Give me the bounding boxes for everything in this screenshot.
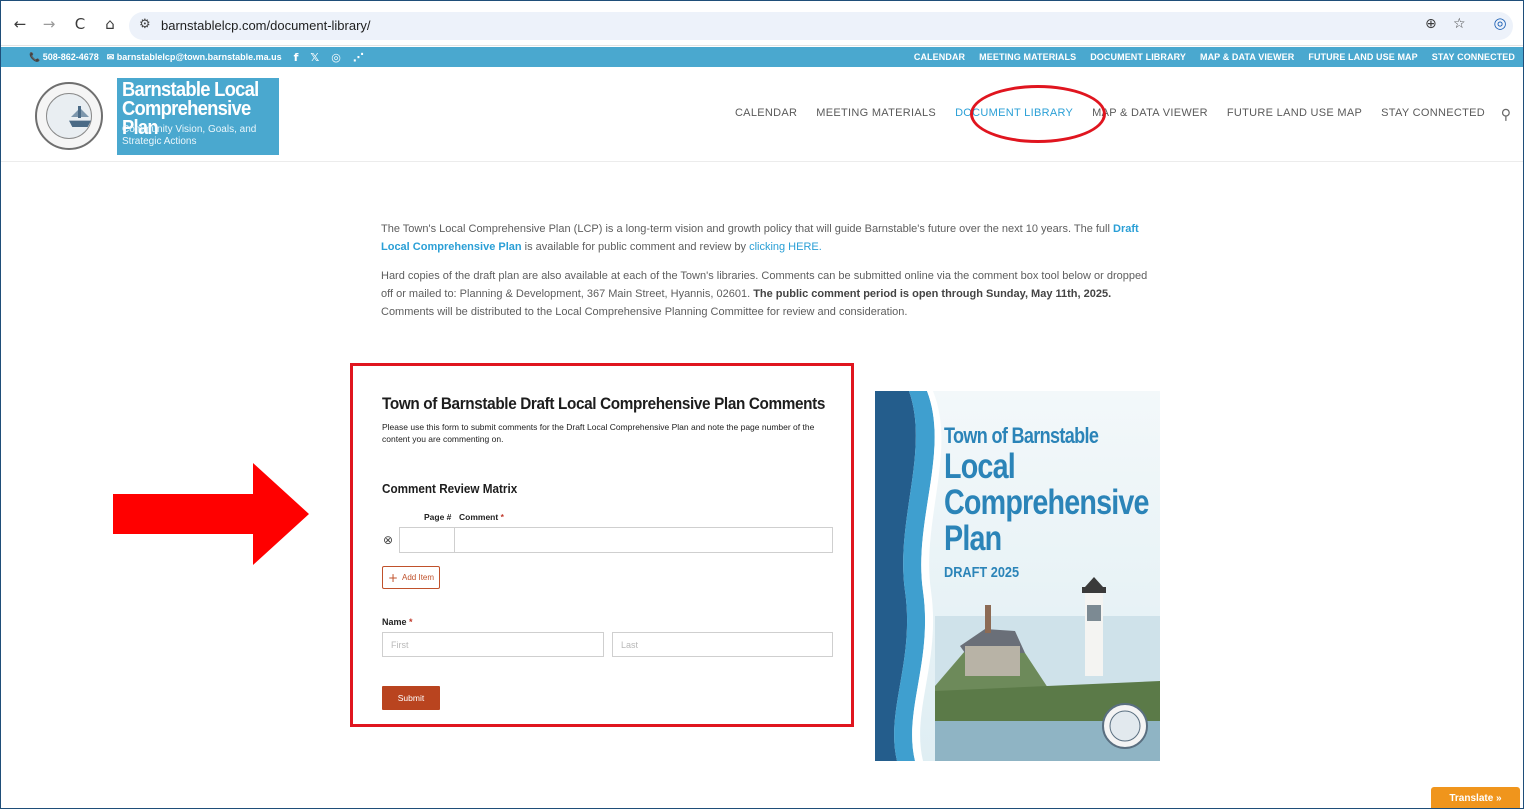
screenshot-frame: ← → C ⌂ ⚙ barnstablelcp.com/document-lib… bbox=[0, 0, 1524, 809]
topbar-link-document-library[interactable]: DOCUMENT LIBRARY bbox=[1090, 52, 1186, 62]
name-label: Name * bbox=[382, 617, 413, 627]
site-info-icon[interactable]: ⚙ bbox=[139, 17, 151, 32]
site-header: Barnstable Local Comprehensive Plan Comm… bbox=[1, 67, 1523, 162]
zoom-icon[interactable]: ⊕ bbox=[1425, 16, 1437, 32]
search-icon[interactable]: ⚲ bbox=[1501, 107, 1511, 123]
top-info-bar: 📞 508-862-4678 ✉ barnstablelcp@town.barn… bbox=[1, 47, 1523, 67]
first-name-field[interactable]: First bbox=[382, 632, 604, 657]
nav-calendar[interactable]: CALENDAR bbox=[735, 107, 797, 119]
remove-row-icon[interactable]: ⊗ bbox=[383, 533, 393, 547]
seal-mast bbox=[78, 106, 81, 118]
add-item-label: Add Item bbox=[402, 573, 435, 582]
comment-form: Town of Barnstable Draft Local Comprehen… bbox=[350, 363, 854, 727]
nav-stay-connected[interactable]: STAY CONNECTED bbox=[1381, 107, 1485, 119]
cover-title-line-1: Local bbox=[944, 447, 1016, 486]
address-bar[interactable]: ⚙ barnstablelcp.com/document-library/ ⊕ … bbox=[129, 12, 1513, 40]
intro-text: The Town's Local Comprehensive Plan (LCP… bbox=[381, 220, 1151, 332]
matrix-title: Comment Review Matrix bbox=[382, 481, 518, 496]
url-text[interactable]: barnstablelcp.com/document-library/ bbox=[161, 18, 371, 33]
page-number-input[interactable] bbox=[399, 527, 455, 553]
nav-future-land-use-map[interactable]: FUTURE LAND USE MAP bbox=[1227, 107, 1362, 119]
seal-inner bbox=[46, 93, 92, 139]
required-asterisk: * bbox=[500, 512, 504, 522]
comment-input[interactable] bbox=[454, 527, 833, 553]
required-asterisk: * bbox=[409, 617, 413, 627]
translate-button[interactable]: Translate » bbox=[1431, 787, 1520, 808]
email-link[interactable]: ✉ barnstablelcp@town.barnstable.ma.us bbox=[107, 52, 282, 63]
bookmark-star-icon[interactable]: ☆ bbox=[1453, 16, 1466, 32]
column-comment: Comment * bbox=[459, 512, 504, 522]
submit-button[interactable]: Submit bbox=[382, 686, 440, 710]
topbar-link-future-land-use-map[interactable]: FUTURE LAND USE MAP bbox=[1308, 52, 1417, 62]
topbar-link-meeting-materials[interactable]: MEETING MATERIALS bbox=[979, 52, 1076, 62]
rss-icon[interactable]: ⋰ bbox=[353, 51, 364, 64]
form-description: Please use this form to submit comments … bbox=[382, 422, 815, 444]
topbar-link-map-data-viewer[interactable]: MAP & DATA VIEWER bbox=[1200, 52, 1294, 62]
nav-map-data-viewer[interactable]: MAP & DATA VIEWER bbox=[1092, 107, 1208, 119]
intro-paragraph-2: Hard copies of the draft plan are also a… bbox=[381, 267, 1151, 321]
intro-p1-text-b: is available for public comment and revi… bbox=[521, 241, 750, 253]
profile-icon[interactable]: ◎ bbox=[1491, 14, 1509, 32]
forward-icon[interactable]: → bbox=[40, 15, 58, 33]
name-label-text: Name bbox=[382, 617, 407, 627]
x-icon[interactable]: 𝕏 bbox=[310, 51, 319, 64]
topbar-link-stay-connected[interactable]: STAY CONNECTED bbox=[1432, 52, 1515, 62]
cover-town-name: Town of Barnstable bbox=[944, 423, 1099, 448]
cover-title-line-2: Comprehensive bbox=[944, 483, 1149, 522]
intro-p2-text-b: Comments will be distributed to the Loca… bbox=[381, 306, 908, 318]
site-logo[interactable]: Barnstable Local Comprehensive Plan Comm… bbox=[117, 78, 279, 155]
form-title: Town of Barnstable Draft Local Comprehen… bbox=[382, 394, 826, 413]
comment-period-text: The public comment period is open throug… bbox=[753, 288, 1112, 300]
last-name-field[interactable]: Last bbox=[612, 632, 833, 657]
nav-meeting-materials[interactable]: MEETING MATERIALS bbox=[816, 107, 936, 119]
intro-p1-text-a: The Town's Local Comprehensive Plan (LCP… bbox=[381, 223, 1113, 235]
add-item-button[interactable]: + Add Item bbox=[382, 566, 440, 589]
topbar-link-calendar[interactable]: CALENDAR bbox=[914, 52, 965, 62]
town-seal-logo[interactable] bbox=[35, 82, 103, 150]
facebook-icon[interactable]: f bbox=[294, 51, 299, 64]
logo-subtitle: Community Vision, Goals, and Strategic A… bbox=[122, 124, 257, 147]
column-page-number: Page # bbox=[424, 512, 452, 522]
cover-title-line-3: Plan bbox=[944, 519, 1002, 558]
highlight-circle-annotation bbox=[970, 85, 1106, 143]
reload-icon[interactable]: C bbox=[71, 15, 89, 33]
cover-draft-label: DRAFT 2025 bbox=[944, 564, 1020, 581]
intro-paragraph-1: The Town's Local Comprehensive Plan (LCP… bbox=[381, 220, 1151, 256]
column-comment-label: Comment bbox=[459, 512, 499, 522]
clicking-here-link[interactable]: clicking HERE. bbox=[749, 241, 822, 253]
draft-plan-cover-image[interactable]: Town of Barnstable Local Comprehensive P… bbox=[875, 391, 1160, 761]
back-icon[interactable]: ← bbox=[11, 15, 29, 33]
home-icon[interactable]: ⌂ bbox=[101, 15, 119, 33]
cover-title: Local Comprehensive Plan bbox=[944, 449, 1149, 557]
instagram-icon[interactable]: ◎ bbox=[331, 51, 341, 64]
main-nav: CALENDAR MEETING MATERIALS DOCUMENT LIBR… bbox=[735, 107, 1485, 119]
phone-link[interactable]: 📞 508-862-4678 bbox=[29, 52, 99, 63]
red-arrow-annotation bbox=[113, 463, 309, 565]
browser-toolbar: ← → C ⌂ ⚙ barnstablelcp.com/document-lib… bbox=[1, 1, 1523, 46]
plus-icon: + bbox=[387, 570, 399, 585]
